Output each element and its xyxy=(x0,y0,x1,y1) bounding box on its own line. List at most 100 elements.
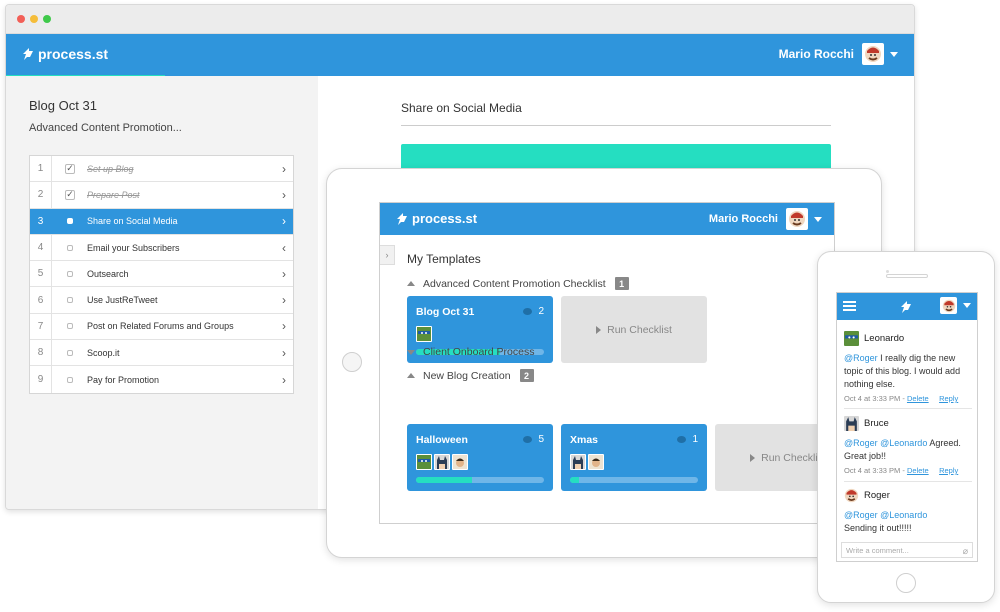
template-group-name: New Blog Creation xyxy=(423,369,511,382)
task-checkbox[interactable] xyxy=(67,270,73,277)
template-group-header[interactable]: Client Onboard Process xyxy=(407,346,534,358)
checklist-subtitle: Advanced Content Promotion... xyxy=(29,122,182,134)
task-number: 3 xyxy=(30,208,52,234)
checklist-progress xyxy=(570,477,698,483)
phone-home-button xyxy=(896,573,916,593)
task-label: Use JustReTweet xyxy=(87,295,158,306)
phone-device: Leonardo @Roger I really dig the new top… xyxy=(817,251,995,603)
task-row[interactable]: 1 ✓ Set up Blog › xyxy=(30,156,293,183)
checklist-card-title: Xmas xyxy=(570,434,599,446)
hamburger-menu-icon[interactable] xyxy=(843,301,856,311)
collapse-arrow-icon xyxy=(407,373,415,378)
avatar xyxy=(786,208,808,230)
task-checkbox[interactable] xyxy=(67,323,73,330)
reply-comment-link[interactable]: Reply xyxy=(939,466,958,475)
task-row[interactable]: 2 ✓ Prepare Post › xyxy=(30,182,293,209)
run-checklist-label: Run Checklist xyxy=(607,323,672,336)
close-window-button[interactable] xyxy=(17,15,25,23)
task-checkbox[interactable]: ✓ xyxy=(65,189,75,200)
process-st-logo-icon[interactable] xyxy=(900,301,912,313)
reply-comment-link[interactable]: Reply xyxy=(939,394,958,403)
task-row[interactable]: 9 Pay for Promotion › xyxy=(30,366,293,393)
run-checklist-button[interactable]: Run Checklist xyxy=(561,296,707,363)
avatar xyxy=(416,454,432,470)
paperclip-icon[interactable]: ⌀ xyxy=(963,546,968,557)
play-icon xyxy=(596,325,602,334)
task-label: Email your Subscribers xyxy=(87,242,180,253)
task-number: 8 xyxy=(30,340,52,366)
maximize-window-button[interactable] xyxy=(43,15,51,23)
avatar-bruce-icon xyxy=(571,455,585,469)
mention-link[interactable]: @Roger xyxy=(844,353,878,363)
chevron-left-icon: ‹ xyxy=(282,240,286,255)
task-label: Scoop.it xyxy=(87,347,120,358)
minimize-window-button[interactable] xyxy=(30,15,38,23)
avatar xyxy=(434,454,450,470)
delete-comment-link[interactable]: Delete xyxy=(907,394,929,403)
task-checkbox[interactable] xyxy=(67,376,73,383)
mention-link[interactable]: @Roger @Leonardo xyxy=(844,438,927,448)
comment-text: Sending it out!!!!! xyxy=(844,523,912,533)
progress-fill xyxy=(416,477,473,483)
user-menu[interactable]: Mario Rocchi xyxy=(779,43,898,65)
task-label: Outsearch xyxy=(87,268,129,279)
task-checkbox[interactable] xyxy=(67,297,73,304)
avatar-mario-icon xyxy=(865,46,881,62)
task-row[interactable]: 8 Scoop.it › xyxy=(30,340,293,367)
chevron-down-icon xyxy=(963,303,971,308)
task-checkbox[interactable] xyxy=(67,218,73,225)
task-number: 2 xyxy=(30,182,52,208)
user-menu[interactable]: Mario Rocchi xyxy=(709,208,822,230)
user-menu[interactable] xyxy=(940,297,971,314)
tablet-home-button xyxy=(342,352,362,372)
task-list: 1 ✓ Set up Blog › 2 ✓ Prepare Post › 3 S… xyxy=(29,155,294,394)
task-checkbox[interactable] xyxy=(67,349,73,356)
comment-input[interactable]: Write a comment... ⌀ xyxy=(841,542,973,558)
avatar-bruce-icon xyxy=(435,455,449,469)
progress-fill xyxy=(570,477,579,483)
checklist-progress xyxy=(416,477,544,483)
avatar-leonardo-icon xyxy=(417,327,431,341)
task-row[interactable]: 5 Outsearch › xyxy=(30,261,293,288)
avatar xyxy=(844,331,859,346)
comment-count: 5 xyxy=(523,434,544,445)
task-row-active[interactable]: 3 Share on Social Media › xyxy=(30,208,293,235)
task-row[interactable]: 7 Post on Related Forums and Groups › xyxy=(30,313,293,341)
delete-comment-link[interactable]: Delete xyxy=(907,466,929,475)
chevron-down-icon xyxy=(890,51,898,57)
avatar xyxy=(862,43,884,65)
task-number: 7 xyxy=(30,313,52,340)
chevron-right-icon: › xyxy=(282,319,286,334)
task-label: Post on Related Forums and Groups xyxy=(87,321,234,332)
template-group-header[interactable]: New Blog Creation 2 xyxy=(407,369,534,382)
comment-icon xyxy=(677,436,687,443)
logo[interactable]: process.st xyxy=(22,46,108,62)
task-label: Pay for Promotion xyxy=(87,374,160,385)
process-st-logo-icon xyxy=(397,212,407,225)
chevron-right-icon: › xyxy=(282,214,286,229)
checklist-card[interactable]: Halloween 5 xyxy=(407,424,553,491)
logo[interactable]: process.st xyxy=(396,211,477,226)
task-checkbox[interactable]: ✓ xyxy=(65,163,75,174)
task-checkbox[interactable] xyxy=(67,244,73,251)
comment-timestamp: Oct 4 at 3:33 PM - xyxy=(844,394,907,403)
checklist-card[interactable]: Xmas 1 xyxy=(561,424,707,491)
chevron-right-icon: › xyxy=(282,345,286,360)
phone-speaker xyxy=(886,274,928,278)
task-label: Set up Blog xyxy=(87,163,134,174)
comment-count: 2 xyxy=(523,306,544,317)
comment-author: Roger xyxy=(864,490,890,501)
window-chrome xyxy=(6,5,914,34)
chevron-right-icon: › xyxy=(282,293,286,308)
sidebar-toggle-button[interactable]: › xyxy=(380,245,395,265)
comment-icon xyxy=(523,436,533,443)
mention-link[interactable]: @Roger @Leonardo xyxy=(844,509,972,522)
task-number: 4 xyxy=(30,234,52,261)
user-name: Mario Rocchi xyxy=(778,47,854,61)
task-number: 1 xyxy=(30,156,52,182)
task-label: Share on Social Media xyxy=(87,216,178,227)
template-group-header[interactable]: Advanced Content Promotion Checklist 1 xyxy=(407,277,629,290)
task-row[interactable]: 6 Use JustReTweet › xyxy=(30,287,293,314)
task-row[interactable]: 4 Email your Subscribers ‹ xyxy=(30,234,293,262)
task-label: Prepare Post xyxy=(87,189,140,200)
